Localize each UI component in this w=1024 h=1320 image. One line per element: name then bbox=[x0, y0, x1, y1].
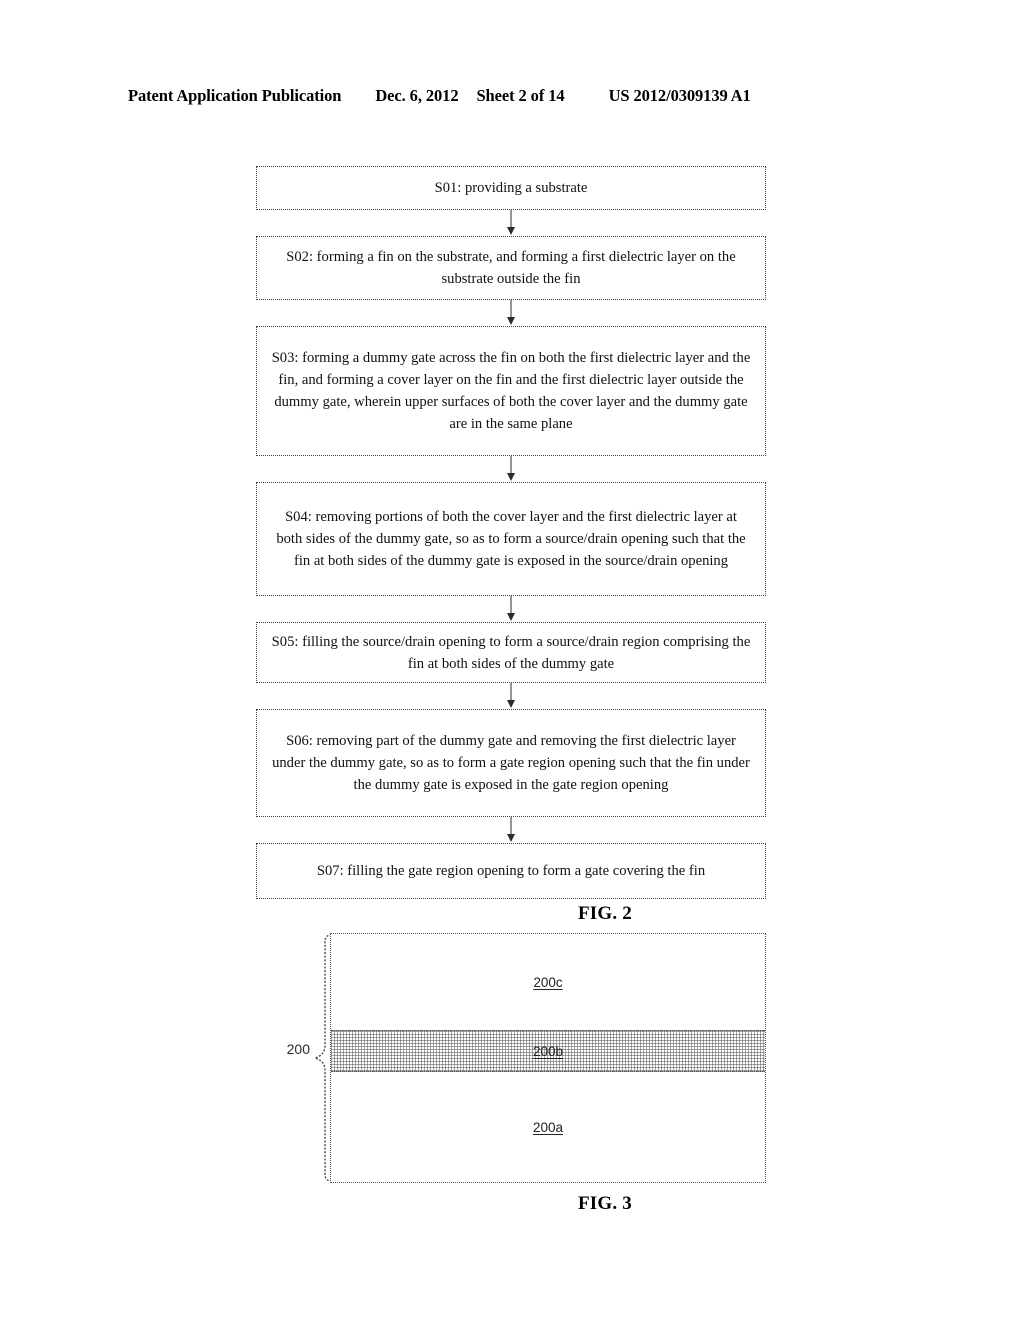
figure-3-layer-200b-label: 200b bbox=[532, 1043, 564, 1059]
flowchart-step-s03: S03: forming a dummy gate across the fin… bbox=[256, 326, 766, 456]
arrow-down-icon bbox=[507, 227, 515, 235]
figure-3-layer-stack: 200c 200b 200a bbox=[330, 933, 766, 1183]
flowchart-step-s04-text: S04: removing portions of both the cover… bbox=[276, 509, 746, 569]
flowchart-step-s02-text: S02: forming a fin on the substrate, and… bbox=[286, 249, 736, 287]
flowchart-connector-s02-s03 bbox=[256, 300, 766, 326]
figure-3-bracket-label: 200 bbox=[286, 1041, 310, 1057]
flowchart-connector-s06-s07 bbox=[256, 817, 766, 843]
header-sheet-number: Sheet 2 of 14 bbox=[476, 86, 565, 105]
flowchart-connector-s05-s06 bbox=[256, 683, 766, 709]
figure-3-layer-200c-label: 200c bbox=[533, 974, 563, 990]
header-publication-title: Patent Application Publication bbox=[128, 86, 342, 105]
arrow-down-icon bbox=[507, 700, 515, 708]
flowchart-connector-s03-s04 bbox=[256, 456, 766, 482]
page-header: Patent Application Publication Dec. 6, 2… bbox=[128, 86, 896, 106]
figure-3-layer-200a: 200a bbox=[331, 1072, 765, 1182]
flowchart-step-s02: S02: forming a fin on the substrate, and… bbox=[256, 236, 766, 300]
flowchart-step-s03-text: S03: forming a dummy gate across the fin… bbox=[271, 350, 751, 432]
figure-3-caption: FIG. 3 bbox=[578, 1193, 632, 1214]
flowchart-step-s04: S04: removing portions of both the cover… bbox=[256, 482, 766, 596]
arrow-down-icon bbox=[507, 317, 515, 325]
header-publication-date: Dec. 6, 2012 bbox=[375, 86, 459, 105]
flowchart-step-s01-text: S01: providing a substrate bbox=[434, 180, 588, 196]
flowchart-connector-s01-s02 bbox=[256, 210, 766, 236]
figure-3-layer-200c: 200c bbox=[331, 934, 765, 1030]
flowchart-step-s07-text: S07: filling the gate region opening to … bbox=[316, 863, 706, 879]
figure-3-layer-200b: 200b bbox=[331, 1030, 765, 1072]
flowchart-step-s06: S06: removing part of the dummy gate and… bbox=[256, 709, 766, 817]
flowchart-step-s05: S05: filling the source/drain opening to… bbox=[256, 622, 766, 683]
figure-3-cross-section: 200 200c 200b 200a bbox=[266, 933, 766, 1183]
header-patent-number: US 2012/0309139 A1 bbox=[608, 86, 751, 105]
arrow-down-icon bbox=[507, 834, 515, 842]
figure-2-caption: FIG. 2 bbox=[578, 903, 632, 924]
figure-2-flowchart: S01: providing a substrate S02: forming … bbox=[256, 166, 766, 899]
flowchart-connector-s04-s05 bbox=[256, 596, 766, 622]
flowchart-step-s05-text: S05: filling the source/drain opening to… bbox=[271, 633, 751, 672]
figure-3-layer-200a-label: 200a bbox=[532, 1119, 564, 1135]
flowchart-step-s07: S07: filling the gate region opening to … bbox=[256, 843, 766, 899]
flowchart-step-s01: S01: providing a substrate bbox=[256, 166, 766, 210]
arrow-down-icon bbox=[507, 613, 515, 621]
arrow-down-icon bbox=[507, 473, 515, 481]
flowchart-step-s06-text: S06: removing part of the dummy gate and… bbox=[272, 733, 750, 793]
